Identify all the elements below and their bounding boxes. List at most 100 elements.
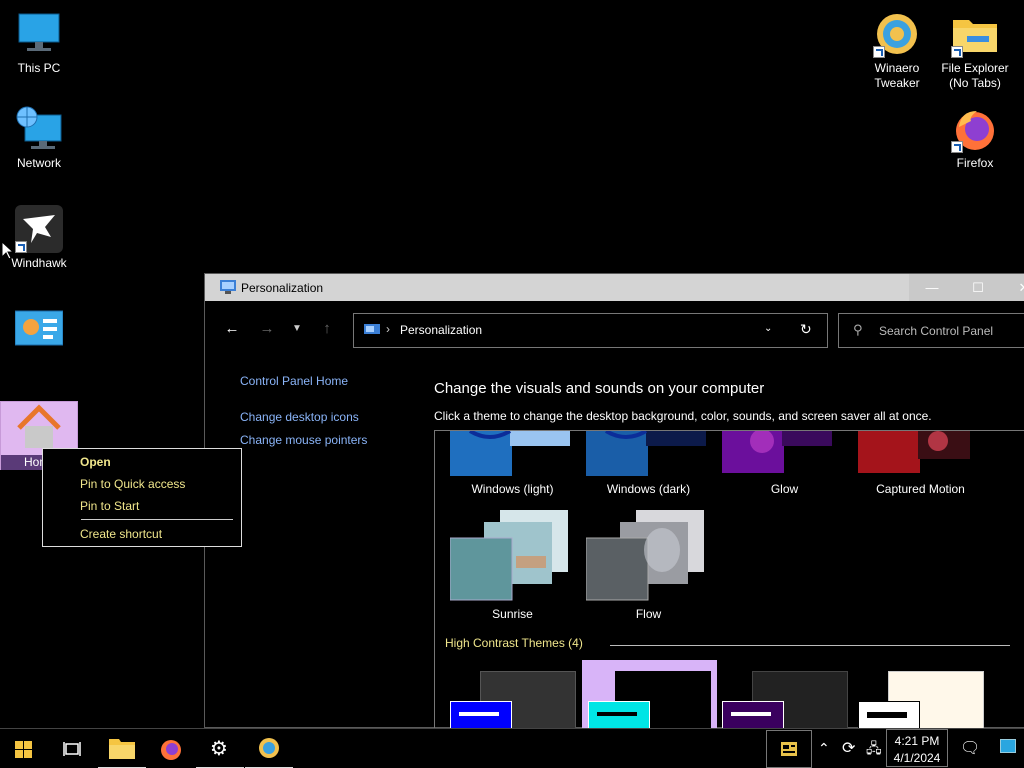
close-button[interactable]: ✕	[1001, 274, 1024, 301]
address-dropdown-icon[interactable]: ⌄	[764, 323, 772, 334]
folder-icon	[109, 739, 135, 759]
theme-high-contrast-2[interactable]	[582, 660, 717, 729]
start-button[interactable]	[0, 729, 48, 768]
navigation-bar: ← → ▼ ↑ › Personalization ⌄ ↻ ⚲ Search C…	[211, 310, 1024, 350]
high-contrast-section-title: High Contrast Themes (4)	[445, 636, 583, 650]
page-subtitle: Click a theme to change the desktop back…	[434, 409, 932, 423]
change-mouse-pointers-link[interactable]: Change mouse pointers	[240, 433, 367, 447]
forward-arrow-icon[interactable]: →	[256, 320, 278, 337]
winaero-tweaker-icon	[259, 738, 279, 758]
menu-item-pin-quick-access[interactable]: Pin to Quick access	[80, 477, 185, 491]
network-icon	[15, 105, 63, 153]
news-icon	[781, 742, 797, 756]
theme-name: Windows (dark)	[606, 482, 691, 496]
shortcut-arrow-icon	[15, 241, 27, 253]
theme-name: Windows (light)	[471, 482, 554, 496]
title-bar[interactable]: Personalization — ☐ ✕	[205, 274, 1024, 301]
menu-item-create-shortcut[interactable]: Create shortcut	[80, 527, 162, 541]
theme-preview	[586, 510, 704, 601]
show-hidden-icons-chevron-icon[interactable]: ⌃	[818, 740, 830, 757]
control-panel-icon	[14, 305, 64, 353]
window-title: Personalization	[241, 281, 324, 295]
theme-preview	[722, 431, 832, 473]
desktop-icon-label: This PC	[17, 61, 61, 75]
desktop-icon-label: File Explorer (No Tabs)	[941, 61, 1009, 90]
sync-icon[interactable]: ⟳	[842, 738, 855, 758]
page-title: Change the visuals and sounds on your co…	[434, 380, 765, 397]
change-desktop-icons-link[interactable]: Change desktop icons	[240, 410, 359, 424]
theme-preview-swatch	[722, 701, 784, 729]
news-widget-button[interactable]	[766, 730, 812, 768]
breadcrumb-separator-icon: ›	[386, 322, 390, 336]
clock[interactable]: 4:21 PM 4/1/2024	[886, 729, 948, 767]
personalization-window: Personalization — ☐ ✕ ← → ▼ ↑ › Personal…	[204, 273, 1024, 730]
address-bar[interactable]: › Personalization ⌄ ↻	[353, 313, 828, 348]
task-view-icon	[63, 742, 81, 756]
theme-preview-swatch	[858, 701, 920, 729]
themes-list[interactable]: Windows (light) Windows (dark) Glow Capt…	[434, 430, 1024, 730]
theme-high-contrast-1[interactable]	[450, 671, 578, 729]
maximize-button[interactable]: ☐	[955, 274, 1001, 301]
desktop-icon-firefox[interactable]: Firefox	[936, 105, 1014, 171]
theme-preview	[858, 431, 970, 473]
theme-preview-swatch	[450, 701, 512, 729]
desktop-icon-this-pc[interactable]: This PC	[0, 10, 78, 76]
taskbar-firefox[interactable]	[147, 729, 195, 768]
theme-name: Sunrise	[492, 607, 533, 621]
task-view-button[interactable]	[48, 729, 96, 768]
theme-preview	[450, 510, 568, 601]
desktop-icon-windhawk[interactable]: Windhawk	[0, 205, 78, 271]
gear-icon: ⚙	[210, 738, 228, 760]
context-menu: Open Pin to Quick access Pin to Start Cr…	[42, 448, 242, 547]
theme-name: Flow	[635, 607, 662, 621]
control-panel-icon	[364, 324, 380, 334]
network-tray-icon[interactable]: 🖧	[866, 738, 882, 762]
up-arrow-icon[interactable]: ↑	[316, 320, 338, 337]
firefox-icon	[161, 740, 181, 760]
theme-high-contrast-4[interactable]	[858, 671, 986, 729]
taskbar: ⚙ ⌃ ⟳ 🖧 4:21 PM 4/1/2024 🗨	[0, 728, 1024, 768]
desktop-icon-label: Firefox	[956, 156, 994, 170]
search-icon: ⚲	[853, 322, 863, 337]
refresh-icon[interactable]: ↻	[800, 321, 812, 338]
winaero-tweaker-icon	[873, 10, 921, 58]
menu-item-open[interactable]: Open	[80, 455, 111, 469]
desktop-icon-winaero-tweaker[interactable]: Winaero Tweaker	[858, 10, 936, 91]
taskbar-file-explorer[interactable]	[98, 729, 146, 768]
taskbar-winaero-tweaker[interactable]	[245, 729, 293, 768]
theme-name: Captured Motion	[876, 482, 965, 496]
minimize-button[interactable]: —	[909, 274, 955, 301]
menu-item-pin-start[interactable]: Pin to Start	[80, 499, 139, 513]
theme-preview-swatch	[588, 701, 650, 729]
shortcut-arrow-icon	[951, 46, 963, 58]
desktop-icon-label: Winaero Tweaker	[874, 61, 920, 90]
theme-high-contrast-3[interactable]	[722, 671, 850, 729]
breadcrumb[interactable]: Personalization	[400, 323, 482, 337]
clock-time: 4:21 PM	[894, 734, 940, 748]
control-panel-home-link[interactable]: Control Panel Home	[240, 374, 348, 388]
search-box[interactable]: ⚲ Search Control Panel	[838, 313, 1024, 348]
shortcut-arrow-icon	[951, 141, 963, 153]
clock-date: 4/1/2024	[893, 751, 941, 765]
show-desktop-button[interactable]	[1000, 739, 1016, 753]
desktop-icon-control-panel[interactable]	[0, 305, 78, 356]
folder-icon	[951, 10, 999, 58]
desktop-icon-file-explorer[interactable]: File Explorer (No Tabs)	[936, 10, 1014, 91]
action-center-icon[interactable]: 🗨	[960, 738, 980, 758]
monitor-icon	[15, 10, 63, 58]
theme-preview	[450, 431, 570, 476]
recent-locations-chevron-icon[interactable]: ▼	[286, 323, 308, 334]
back-arrow-icon[interactable]: ←	[221, 320, 243, 337]
firefox-icon	[951, 105, 999, 153]
windhawk-icon	[15, 205, 63, 253]
search-placeholder: Search Control Panel	[879, 324, 994, 338]
desktop-icon-label: Network	[16, 156, 61, 170]
shortcut-arrow-icon	[873, 46, 885, 58]
menu-separator	[81, 519, 233, 520]
mouse-pointer-icon	[2, 242, 14, 260]
personalization-icon	[220, 280, 236, 294]
theme-preview	[586, 431, 706, 476]
desktop-icon-network[interactable]: Network	[0, 105, 78, 171]
home-icon	[15, 404, 63, 452]
taskbar-settings[interactable]: ⚙	[196, 729, 244, 768]
